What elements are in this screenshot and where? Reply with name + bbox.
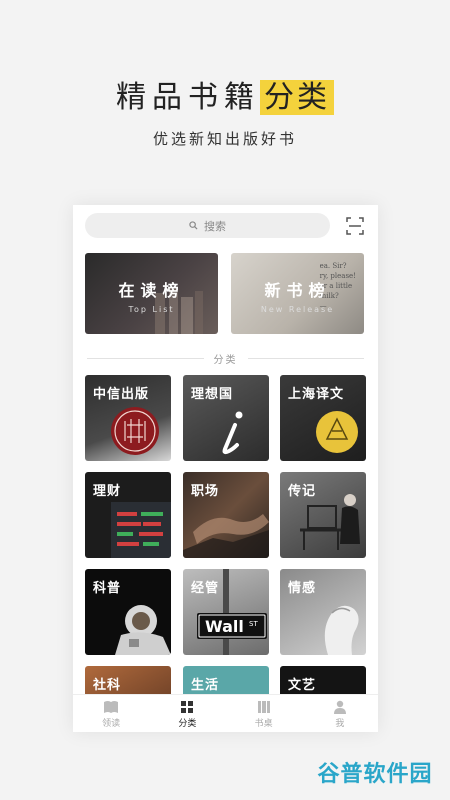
category-label: 科普 [93, 581, 122, 596]
bookshelf-icon [257, 700, 270, 713]
wall-sign-suffix: ST [249, 620, 258, 628]
category-tile-citic[interactable]: 中信出版 [85, 375, 171, 461]
tab-label: 领读 [102, 718, 121, 729]
category-label: 文艺 [288, 678, 317, 693]
person-icon [333, 700, 346, 714]
category-label: 中信出版 [93, 387, 150, 402]
category-label: 情感 [288, 581, 317, 596]
search-bar[interactable]: 搜索 [85, 213, 330, 238]
tab-desk[interactable]: 书桌 [226, 695, 302, 732]
category-tile-science[interactable]: 科普 [85, 569, 171, 655]
category-tile-workplace[interactable]: 职场 [183, 472, 269, 558]
scan-icon[interactable] [345, 216, 365, 236]
category-label: 理财 [93, 484, 122, 499]
wall-sign-word: Wall [205, 617, 244, 636]
tab-label: 分类 [178, 718, 197, 729]
category-tile-finance[interactable]: 理财 [85, 472, 171, 558]
category-label: 社科 [93, 678, 122, 693]
tab-category[interactable]: 分类 [149, 695, 225, 732]
watermark-logo: 谷普软件园 [317, 762, 433, 787]
promo-subline: 优选新知出版好书 [152, 130, 297, 148]
headline-highlight: 分类 [260, 80, 334, 115]
new-release-title: 新书榜 [264, 281, 331, 300]
tab-me[interactable]: 我 [302, 695, 378, 732]
category-label: 传记 [288, 484, 317, 499]
top-list-banner[interactable]: 在读榜 Top List [85, 253, 218, 334]
category-section-label: 分类 [213, 354, 238, 366]
top-list-title: 在读榜 [118, 281, 185, 300]
headline-main: 精品书籍 [116, 80, 260, 115]
top-list-subtitle: Top List [128, 305, 175, 314]
tab-reading[interactable]: 领读 [73, 695, 149, 732]
category-label: 上海译文 [288, 387, 345, 402]
search-placeholder: 搜索 [204, 219, 226, 233]
category-label: 经管 [191, 581, 220, 596]
category-divider: 分类 [87, 350, 364, 366]
category-label: 理想国 [191, 387, 234, 402]
category-label: 生活 [191, 678, 220, 693]
category-tile-economics[interactable]: Wall ST 经管 [183, 569, 269, 655]
tab-label: 我 [335, 718, 345, 729]
category-tile-shanghai-translation[interactable]: 上海译文 [280, 375, 366, 461]
app-screen: 搜索 在读榜 Top List ea. Sir? ry, please! er a … [73, 205, 378, 732]
book-read-icon [104, 700, 119, 713]
promo-headline: 精品书籍 分类 [0, 72, 450, 116]
search-icon [189, 221, 198, 230]
new-release-banner[interactable]: ea. Sir? ry, please! er a little milk? — 新书榜… [231, 253, 364, 334]
category-tile-biography[interactable]: 传记 [280, 472, 366, 558]
bottom-tab-bar: 领读 分类 书桌 我 [73, 694, 378, 732]
category-tile-imaginist[interactable]: 理想国 [183, 375, 269, 461]
new-release-subtitle: New Release [260, 305, 335, 314]
grid-icon [181, 700, 194, 713]
category-tile-emotion[interactable]: 情感 [280, 569, 366, 655]
tab-label: 书桌 [254, 718, 273, 729]
category-label: 职场 [191, 484, 220, 499]
